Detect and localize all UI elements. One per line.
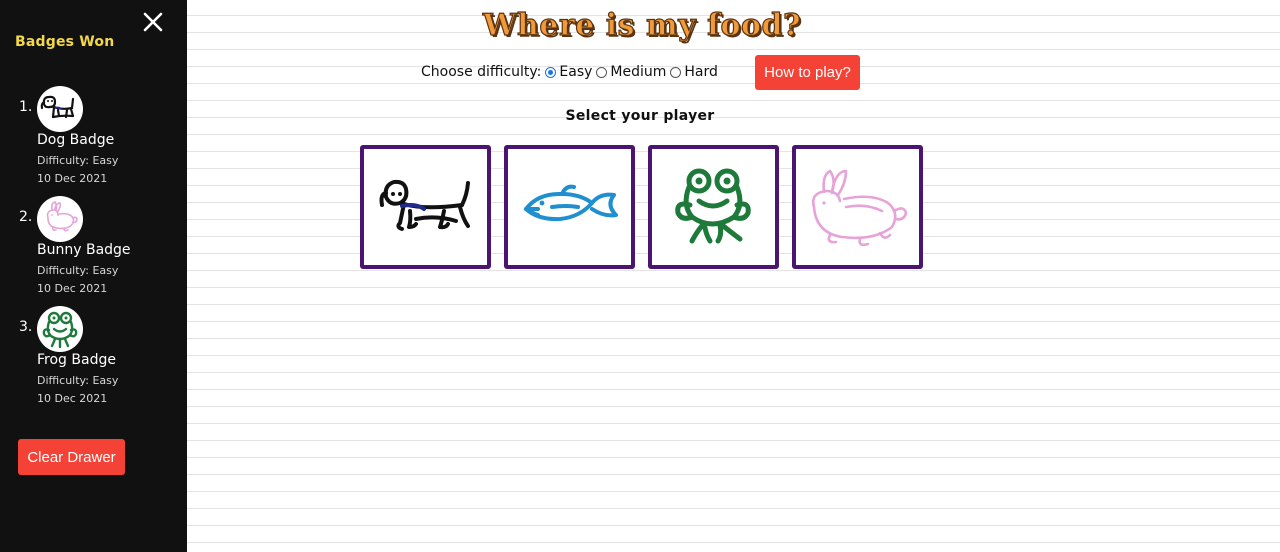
difficulty-option-label: Medium [610,64,667,80]
page-title: Where is my food? [482,7,802,43]
badge-difficulty: Difficulty: Easy [37,154,119,167]
difficulty-option-hard[interactable]: Hard [670,64,718,80]
badges-drawer: Badges Won 1. Dog Badge Difficulty: Easy… [0,0,187,552]
difficulty-option-label: Hard [684,64,718,80]
frog-icon [652,149,775,265]
player-card-frog[interactable] [648,145,779,269]
badge-name: Dog Badge [37,132,115,148]
badge-number: 2. [19,209,33,225]
difficulty-label: Choose difficulty: [421,64,542,80]
fish-icon [508,149,631,265]
frog-icon [37,306,83,352]
bunny-icon [37,196,83,242]
close-icon[interactable] [141,10,165,34]
badge-number: 1. [19,99,33,115]
badge-item: 1. Dog Badge Difficulty: Easy 10 Dec 202… [0,86,187,196]
difficulty-selector: Choose difficulty: Easy Medium Hard [421,60,722,84]
badge-number: 3. [19,319,33,335]
how-to-play-button[interactable]: How to play? [755,55,860,90]
select-player-heading: Select your player [565,108,715,124]
difficulty-option-easy[interactable]: Easy [545,64,592,80]
player-card-dog[interactable] [360,145,491,269]
player-card-bunny[interactable] [792,145,923,269]
player-card-fish[interactable] [504,145,635,269]
clear-drawer-button[interactable]: Clear Drawer [18,439,125,475]
badge-item: 3. Frog Badge Difficulty: Easy 10 Dec 20… [0,306,187,416]
badge-difficulty: Difficulty: Easy [37,264,119,277]
dog-icon [364,149,487,265]
drawer-title: Badges Won [15,34,115,50]
badge-item: 2. Bunny Badge Difficulty: Easy 10 Dec 2… [0,196,187,306]
badge-name: Bunny Badge [37,242,131,258]
radio-hard[interactable] [670,66,682,78]
radio-medium[interactable] [596,66,608,78]
badge-date: 10 Dec 2021 [37,392,108,405]
badge-difficulty: Difficulty: Easy [37,374,119,387]
badge-name: Frog Badge [37,352,116,368]
dog-icon [37,86,83,132]
badge-date: 10 Dec 2021 [37,172,108,185]
badge-date: 10 Dec 2021 [37,282,108,295]
difficulty-option-medium[interactable]: Medium [596,64,666,80]
radio-easy[interactable] [545,66,557,78]
bunny-icon [796,149,919,265]
difficulty-option-label: Easy [559,64,593,80]
